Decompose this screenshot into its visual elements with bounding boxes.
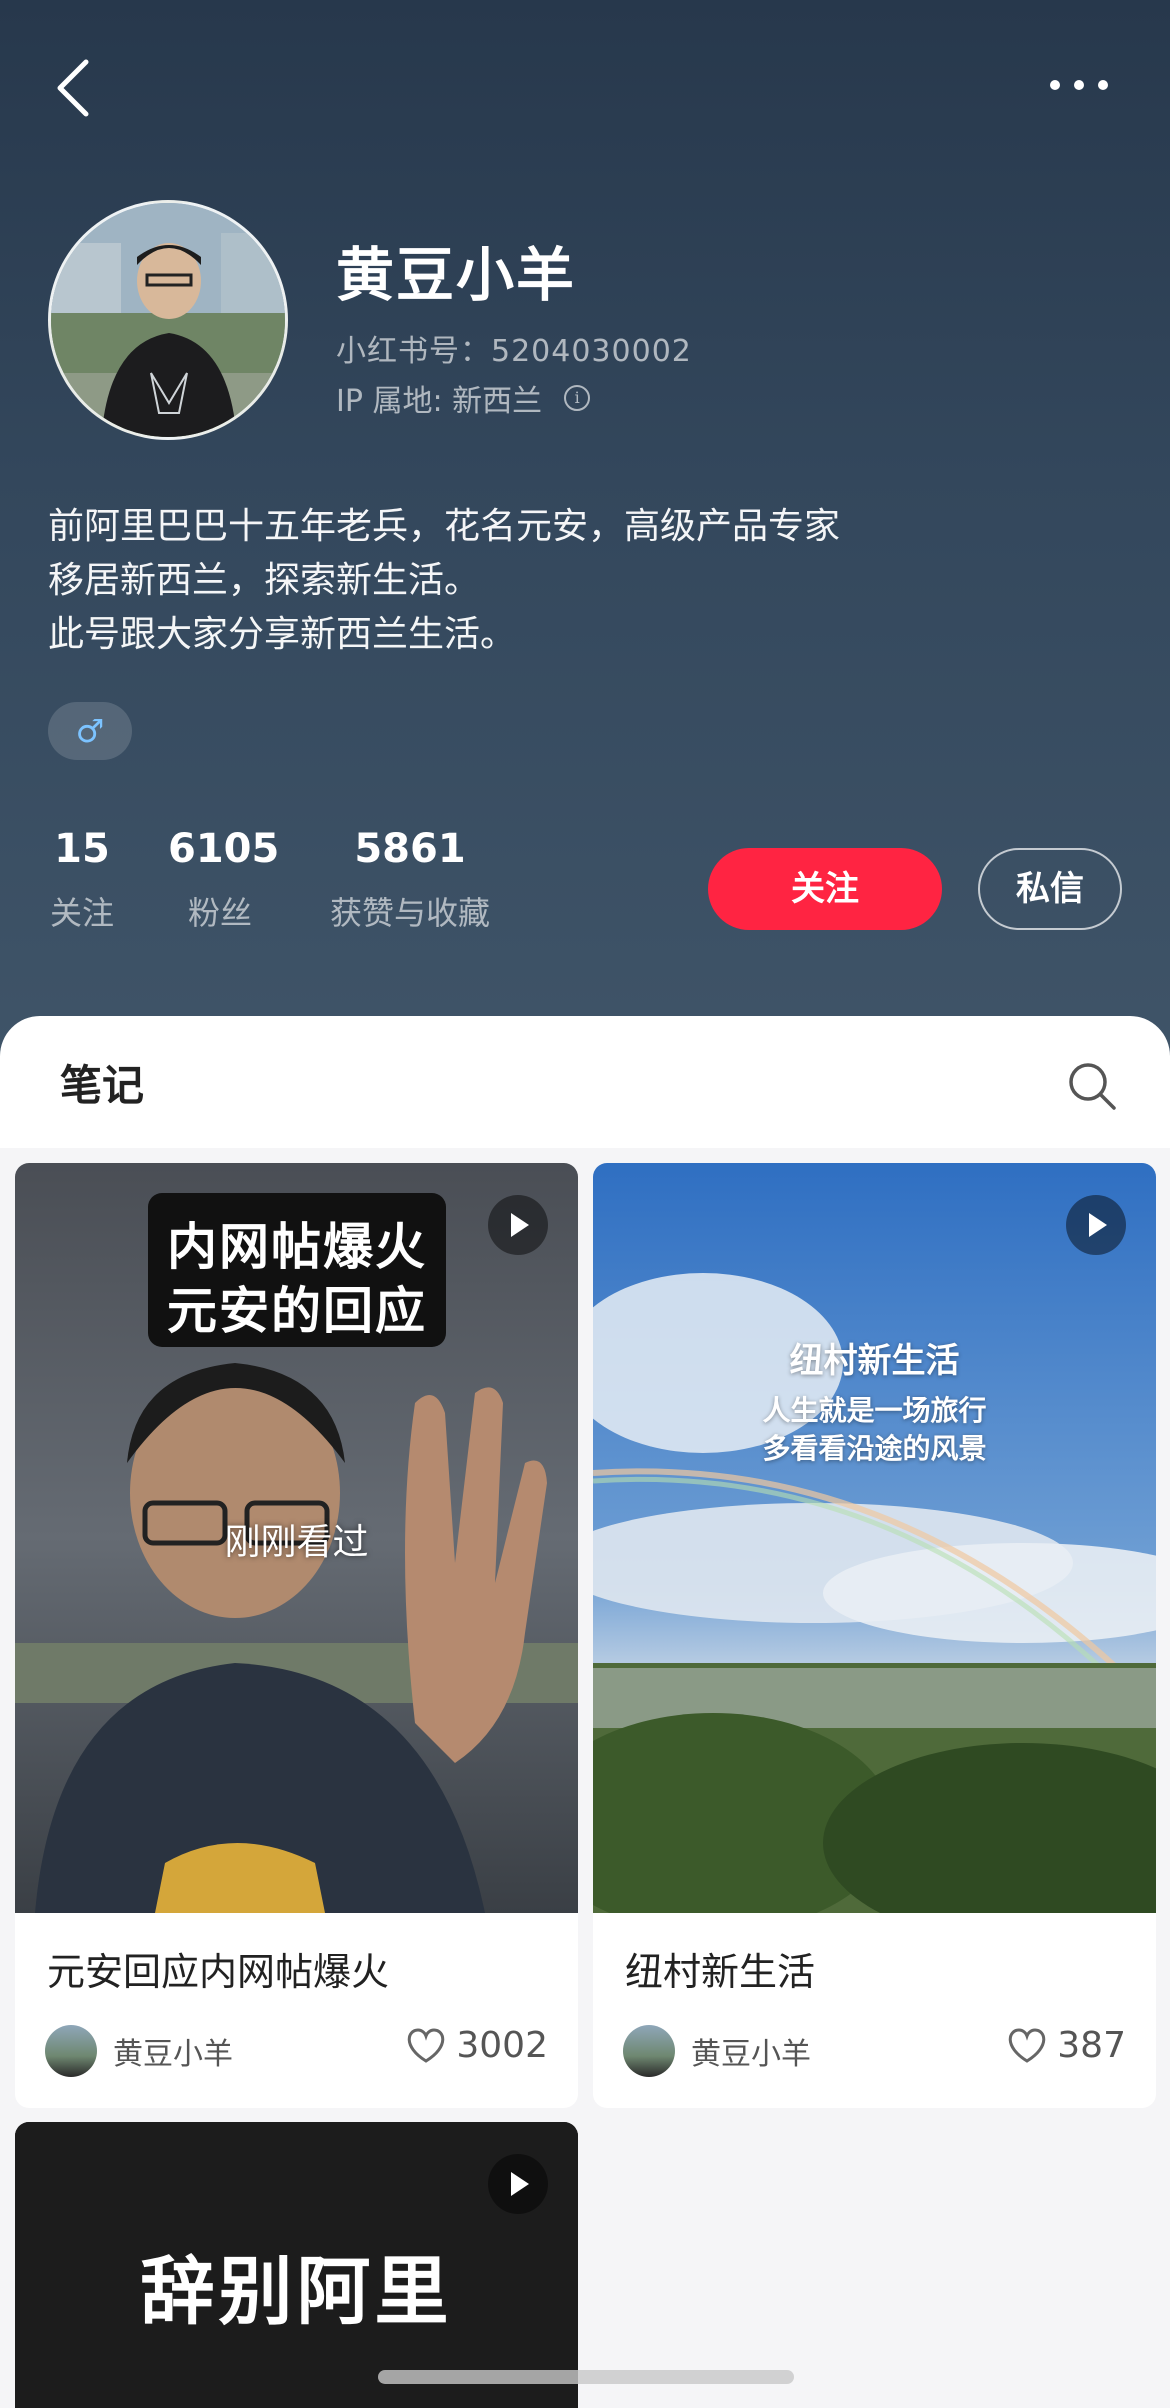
more-dots-icon[interactable] bbox=[1050, 70, 1120, 100]
cover-text: 人生就是一场旅行 bbox=[762, 1394, 987, 1427]
author-name: 黄豆小羊 bbox=[691, 2037, 811, 2072]
note-card[interactable]: 内网帖爆火 元安的回应 刚刚看过 元安回应内网帖爆火 黄豆小羊 3002 bbox=[15, 1163, 578, 2108]
like-button[interactable]: 387 bbox=[1007, 2025, 1126, 2066]
note-cover: 辞别阿里 bbox=[15, 2122, 578, 2408]
male-icon: ♂ bbox=[48, 702, 132, 760]
avatar[interactable] bbox=[48, 200, 288, 440]
cover-heading: 辞别阿里 bbox=[140, 2249, 453, 2335]
search-icon[interactable] bbox=[1066, 1060, 1118, 1112]
stat-following[interactable]: 15 关注 bbox=[48, 826, 116, 934]
stat-label: 获赞与收藏 bbox=[329, 894, 490, 932]
heart-icon bbox=[408, 2027, 445, 2063]
note-author[interactable]: 黄豆小羊 bbox=[623, 2025, 811, 2077]
message-button[interactable]: 私信 bbox=[978, 848, 1122, 930]
follow-button[interactable]: 关注 bbox=[708, 848, 942, 930]
cover-heading: 纽村新生活 bbox=[789, 1341, 960, 1381]
note-cover: 内网帖爆火 元安的回应 刚刚看过 bbox=[15, 1163, 578, 1913]
cover-text: 内网帖爆火 bbox=[167, 1218, 427, 1276]
note-card[interactable]: 纽村新生活 人生就是一场旅行 多看看沿途的风景 纽村新生活 黄豆小羊 387 bbox=[593, 1163, 1156, 2108]
ip-location-row: IP 属地: 新西兰 i bbox=[336, 376, 591, 420]
cover-text: 多看看沿途的风景 bbox=[762, 1432, 987, 1465]
author-name: 黄豆小羊 bbox=[113, 2037, 233, 2072]
stat-label: 关注 bbox=[49, 894, 114, 932]
play-icon bbox=[1066, 1195, 1126, 1255]
note-cover: 纽村新生活 人生就是一场旅行 多看看沿途的风景 bbox=[593, 1163, 1156, 1913]
play-icon bbox=[488, 2154, 548, 2214]
bio-line: 前阿里巴巴十五年老兵，花名元安，高级产品专家 bbox=[48, 506, 841, 547]
tab-notes[interactable]: 笔记 bbox=[60, 1052, 144, 1113]
stat-fans[interactable]: 6105 粉丝 bbox=[168, 826, 280, 934]
notes-tab-bar: 笔记 bbox=[0, 1016, 1170, 1148]
recently-viewed-badge: 刚刚看过 bbox=[224, 1522, 369, 1563]
bio-line: 移居新西兰，探索新生活。 bbox=[48, 560, 481, 601]
stat-value: 15 bbox=[54, 826, 110, 872]
nickname: 黄豆小羊 bbox=[336, 241, 577, 309]
play-icon bbox=[488, 1195, 548, 1255]
profile-header: 黄豆小羊 小红书号：5204030002 IP 属地: 新西兰 i 前阿里巴巴十… bbox=[0, 0, 1170, 1060]
red-id: 小红书号：5204030002 bbox=[336, 334, 692, 369]
cover-text: 元安的回应 bbox=[167, 1282, 427, 1340]
info-icon[interactable]: i bbox=[564, 385, 591, 411]
stat-likes-collects[interactable]: 5861 获赞与收藏 bbox=[320, 826, 500, 934]
avatar bbox=[45, 2025, 97, 2077]
note-title: 元安回应内网帖爆火 bbox=[47, 1950, 390, 1994]
note-title: 纽村新生活 bbox=[625, 1950, 816, 1994]
home-indicator[interactable] bbox=[378, 2370, 794, 2384]
heart-icon bbox=[1009, 2027, 1046, 2063]
like-button[interactable]: 3002 bbox=[406, 2025, 548, 2066]
like-count: 387 bbox=[1057, 2025, 1126, 2066]
avatar bbox=[623, 2025, 675, 2077]
stat-value: 6105 bbox=[168, 826, 280, 872]
bio: 前阿里巴巴十五年老兵，花名元安，高级产品专家 移居新西兰，探索新生活。 此号跟大… bbox=[48, 500, 840, 662]
note-card[interactable]: 辞别阿里 bbox=[15, 2122, 578, 2408]
ip-location: IP 属地: 新西兰 bbox=[336, 384, 543, 419]
stat-value: 5861 bbox=[354, 826, 466, 872]
stat-label: 粉丝 bbox=[187, 894, 252, 932]
back-arrow-icon[interactable] bbox=[52, 56, 96, 120]
like-count: 3002 bbox=[456, 2025, 548, 2066]
note-author[interactable]: 黄豆小羊 bbox=[45, 2025, 233, 2077]
bio-line: 此号跟大家分享新西兰生活。 bbox=[48, 614, 517, 655]
